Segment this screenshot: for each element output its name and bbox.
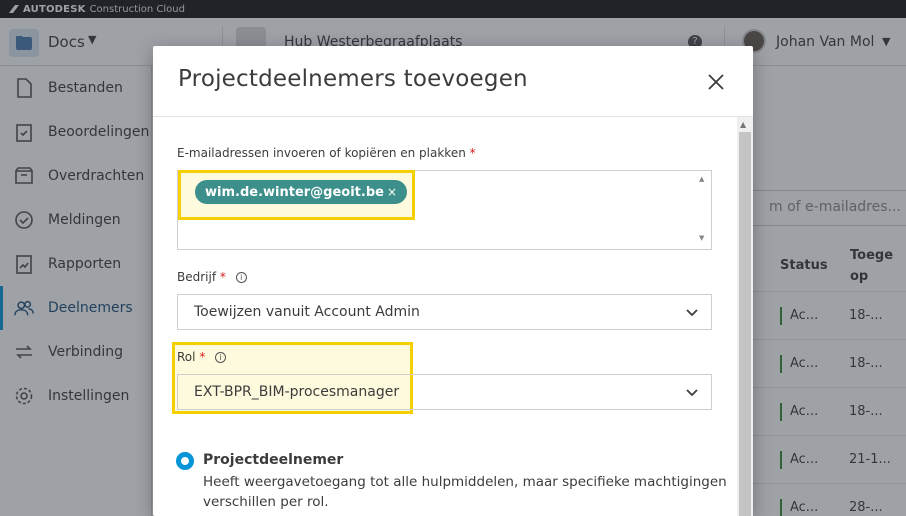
email-chip[interactable]: wim.de.winter@geoit.be × (195, 180, 408, 204)
chevron-down-icon (686, 389, 698, 397)
company-select-value: Toewijzen vanuit Account Admin (194, 304, 420, 320)
project-member-radio[interactable] (176, 452, 194, 470)
chip-remove-icon[interactable]: × (387, 185, 397, 199)
divider (153, 116, 753, 117)
required-mark: * (469, 146, 476, 160)
scroll-down-icon[interactable]: ▼ (699, 234, 704, 242)
role-label: Rol * i (177, 350, 227, 364)
close-icon[interactable] (706, 72, 726, 92)
company-select[interactable]: Toewijzen vanuit Account Admin (177, 294, 712, 330)
add-members-dialog: Projectdeelnemers toevoegen ▲ E-mailadre… (153, 46, 753, 516)
radio-title[interactable]: Projectdeelnemer (203, 452, 343, 468)
radio-description: Heeft weergavetoegang tot alle hulpmidde… (203, 474, 727, 510)
info-icon[interactable]: i (215, 352, 227, 363)
email-chip-label: wim.de.winter@geoit.be (205, 184, 384, 200)
role-select-value: EXT-BPR_BIM-procesmanager (194, 384, 400, 400)
role-select[interactable]: EXT-BPR_BIM-procesmanager (177, 374, 712, 410)
company-label: Bedrijf * i (177, 270, 247, 284)
scroll-up-icon[interactable]: ▲ (699, 175, 704, 183)
chevron-down-icon (686, 309, 698, 317)
required-mark: * (199, 350, 206, 364)
required-mark: * (219, 270, 226, 284)
info-icon[interactable]: i (235, 272, 247, 283)
scroll-up-icon[interactable]: ▲ (740, 120, 746, 129)
dialog-title: Projectdeelnemers toevoegen (178, 66, 528, 92)
email-label: E-mailadressen invoeren of kopiëren en p… (177, 146, 476, 160)
scrollbar-thumb[interactable] (739, 132, 751, 516)
